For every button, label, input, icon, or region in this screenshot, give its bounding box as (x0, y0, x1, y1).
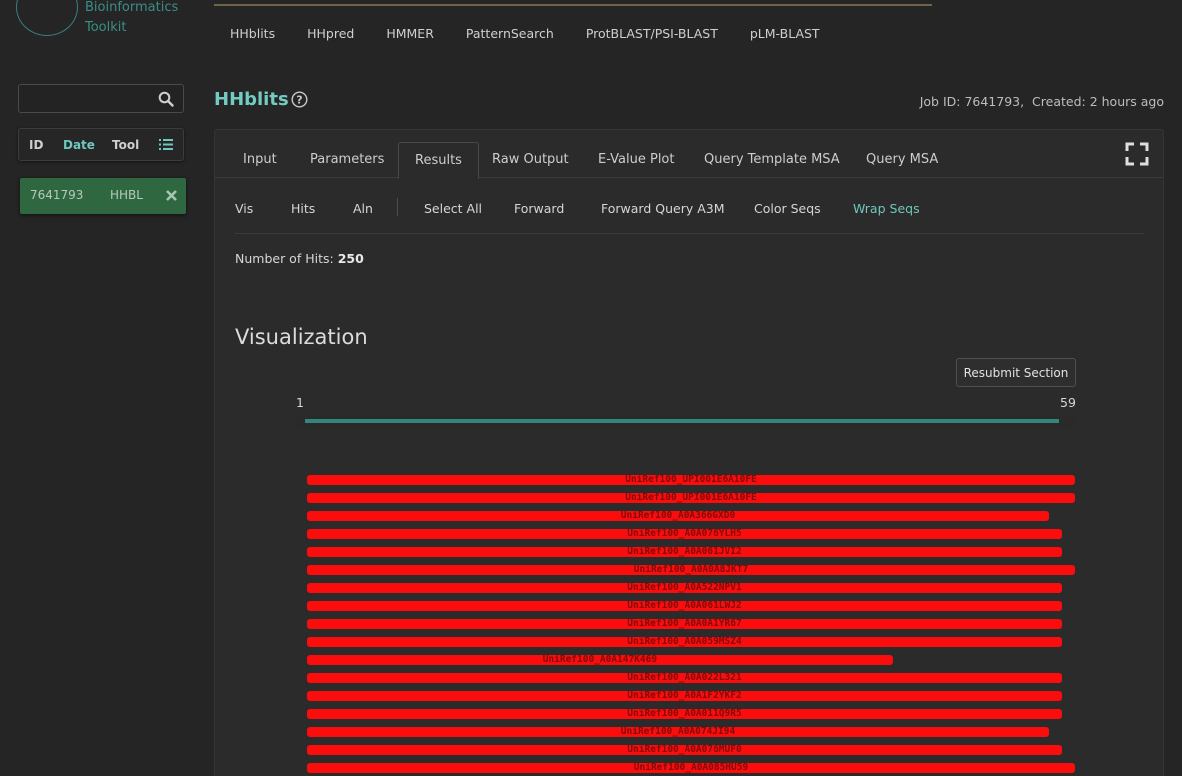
visualization-heading: Visualization (235, 325, 368, 349)
logo-line-2: Toolkit (85, 20, 127, 35)
hit-bar[interactable]: UniRef100_A0A059MSZ4 (307, 637, 1062, 647)
logo-line-1: Bioinformatics (85, 0, 179, 15)
close-icon[interactable] (166, 190, 177, 201)
wrap-seqs-toggle[interactable]: Wrap Seqs (853, 201, 920, 216)
job-search-input[interactable] (19, 85, 154, 112)
subnav-vis[interactable]: Vis (235, 201, 253, 216)
list-icon[interactable] (159, 138, 173, 151)
nav-hmmer[interactable]: HMMER (370, 26, 450, 42)
hit-bar[interactable]: UniRef100_A0A061LWJ2 (307, 601, 1062, 611)
hit-bar[interactable]: UniRef100_A0A022L321 (307, 673, 1062, 683)
tab-evalue-plot[interactable]: E-Value Plot (582, 142, 690, 179)
hit-bar[interactable]: UniRef100_A0A074JI94 (307, 727, 1049, 737)
sort-by-date[interactable]: Date (63, 138, 95, 152)
nav-protblast[interactable]: ProtBLAST/PSI-BLAST (570, 26, 734, 42)
sort-by-tool[interactable]: Tool (112, 138, 139, 152)
forward-button[interactable]: Forward (514, 201, 564, 216)
range-slider-fill[interactable] (305, 419, 1059, 423)
hit-bar[interactable]: UniRef100_A0A522NPV1 (307, 583, 1062, 593)
job-item-id: 7641793 (30, 188, 84, 202)
help-icon[interactable]: ? (291, 91, 308, 108)
nav-hhblits[interactable]: HHblits (214, 26, 291, 42)
job-created-label: Created: 2 hours ago (1032, 94, 1164, 109)
tab-input[interactable]: Input (227, 142, 293, 179)
hit-bar[interactable]: UniRef100_A0A061JVI2 (307, 547, 1062, 557)
range-start-label: 1 (296, 395, 304, 410)
nav-plm-blast[interactable]: pLM-BLAST (734, 26, 836, 42)
hits-value: 250 (337, 251, 364, 266)
tab-parameters[interactable]: Parameters (294, 142, 400, 179)
hit-bar[interactable]: UniRef100_A0A076YLH5 (307, 529, 1062, 539)
job-search-box (18, 84, 184, 113)
top-nav: HHblits HHpred HMMER PatternSearch ProtB… (214, 26, 836, 42)
hit-bar[interactable]: UniRef100_A0A0A8JKT7 (307, 565, 1075, 575)
subnav-divider (397, 198, 398, 216)
results-subnav: Vis Hits Aln Select All Forward Forward … (235, 196, 1144, 234)
resubmit-section-button[interactable]: Resubmit Section (956, 358, 1076, 387)
tab-results[interactable]: Results (398, 142, 479, 179)
hit-bar[interactable]: UniRef100_A0A1F2YKF2 (307, 691, 1062, 701)
job-info: Job ID: 7641793, Created: 2 hours ago (920, 94, 1164, 109)
page-title: HHblits (214, 89, 289, 110)
subnav-hits[interactable]: Hits (291, 201, 315, 216)
fullscreen-icon[interactable] (1125, 142, 1149, 166)
toolkit-logo-emblem[interactable] (16, 0, 78, 36)
top-nav-divider (214, 4, 932, 6)
sort-by-id[interactable]: ID (29, 138, 43, 152)
hit-bar[interactable]: UniRef100_A0A076MUF0 (307, 745, 1062, 755)
svg-text:?: ? (296, 94, 302, 107)
job-item-tool: HHBL (110, 188, 143, 202)
results-card: Input Parameters Results Raw Output E-Va… (214, 129, 1164, 776)
color-seqs-toggle[interactable]: Color Seqs (754, 201, 821, 216)
forward-query-a3m-button[interactable]: Forward Query A3M (601, 201, 725, 216)
hit-bar[interactable]: UniRef100_A0A366GXD0 (307, 511, 1049, 521)
hit-bar[interactable]: UniRef100_UPI001E6A10FE (307, 493, 1075, 503)
range-end-label: 59 (1060, 395, 1076, 410)
hit-bar[interactable]: UniRef100_UPI001E6A10FE (307, 475, 1075, 485)
hit-bar[interactable]: UniRef100_A0A085HU59 (307, 763, 1075, 773)
subnav-aln[interactable]: Aln (353, 201, 373, 216)
search-icon[interactable] (158, 91, 174, 107)
tab-query-template-msa[interactable]: Query Template MSA (688, 142, 856, 179)
tab-bar: Input Parameters Results Raw Output E-Va… (215, 130, 1163, 179)
job-list-header: ID Date Tool (18, 128, 184, 161)
number-of-hits: Number of Hits: 250 (235, 251, 364, 266)
job-list-item[interactable]: 7641793 HHBL (20, 178, 186, 214)
select-all-button[interactable]: Select All (424, 201, 482, 216)
hit-bar[interactable]: UniRef100_A0A0A1YR67 (307, 619, 1062, 629)
hit-bar[interactable]: UniRef100_A0A011Q9R5 (307, 709, 1062, 719)
nav-patternsearch[interactable]: PatternSearch (450, 26, 570, 42)
hits-label: Number of Hits: (235, 251, 334, 266)
tab-query-msa[interactable]: Query MSA (850, 142, 954, 179)
tab-raw-output[interactable]: Raw Output (476, 142, 585, 179)
toolkit-logo-text[interactable]: Bioinformatics Toolkit (85, 0, 178, 38)
hit-bar[interactable]: UniRef100_A0A147K469 (307, 655, 893, 665)
nav-hhpred[interactable]: HHpred (291, 26, 370, 42)
job-id-label: Job ID: 7641793, (919, 94, 1025, 109)
